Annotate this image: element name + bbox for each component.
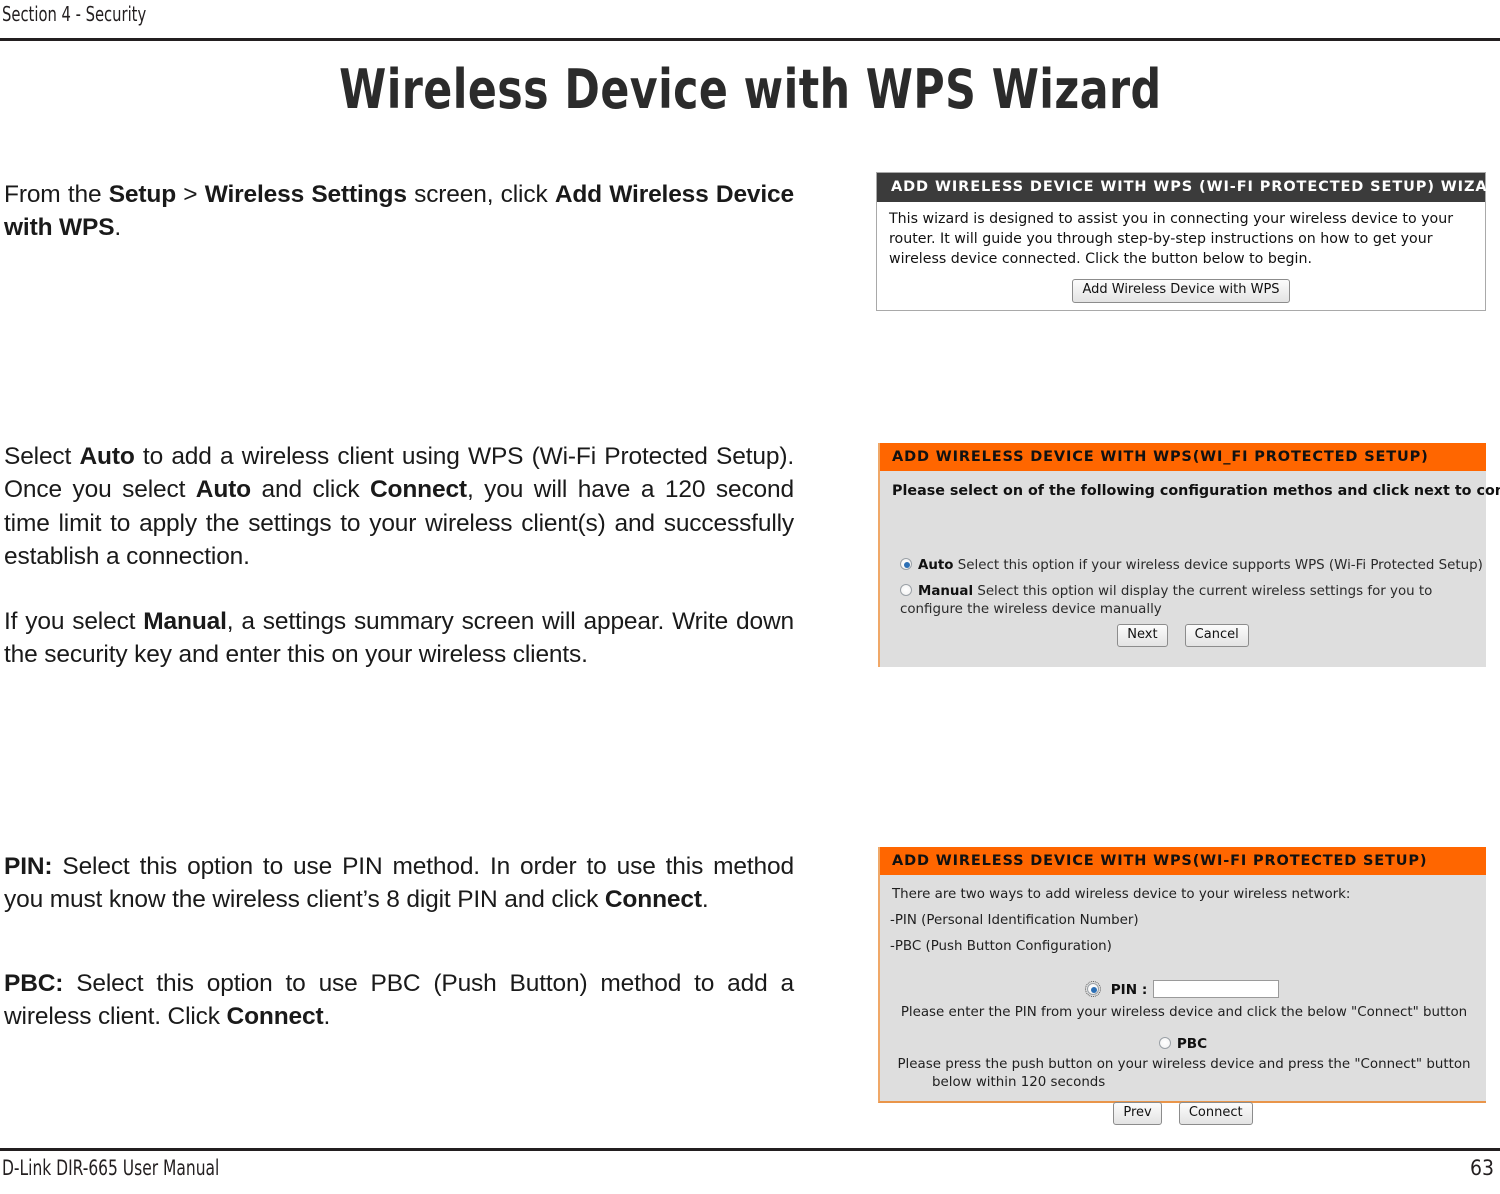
radio-pin-icon[interactable] xyxy=(1084,981,1101,997)
screenshot-add-wireless-device-wizard: ADD WIRELESS DEVICE WITH WPS (WI-FI PROT… xyxy=(876,172,1500,311)
par5-seg1: Select this option to use PBC (Push Butt… xyxy=(4,970,794,1031)
radio-pbc-icon[interactable] xyxy=(1158,1037,1171,1049)
pbc-option-row[interactable]: PBC xyxy=(880,1033,1486,1052)
par2-bold-auto-1: Auto xyxy=(79,443,135,470)
par5-bold-pbc: PBC: xyxy=(4,970,64,997)
par2-bold-auto-2: Auto xyxy=(195,476,251,504)
radio-auto-description: Select this option if your wireless devi… xyxy=(953,558,1483,573)
par2-bold-connect: Connect xyxy=(369,476,467,504)
par4-bold-connect: Connect xyxy=(604,886,702,914)
radio-manual-icon[interactable] xyxy=(900,584,912,596)
par1-bold-wireless-settings: Wireless Settings xyxy=(204,181,407,208)
connect-button[interactable]: Connect xyxy=(1178,1102,1253,1126)
par3-bold-manual: Manual xyxy=(143,608,227,635)
pbc-method-line: -PBC (Push Button Configuration) xyxy=(890,939,1112,954)
paragraph-text: PBC: Select this option to use PBC (Push… xyxy=(4,967,794,1034)
footer-divider xyxy=(0,1148,1500,1151)
instruction-paragraph-pbc: PBC: Select this option to use PBC (Push… xyxy=(4,967,794,1034)
par1-seg4: . xyxy=(114,214,122,242)
method-button-row: Next Cancel xyxy=(880,623,1486,648)
add-wireless-device-with-wps-button[interactable]: Add Wireless Device with WPS xyxy=(1072,279,1290,303)
pin-field-label: PIN : xyxy=(1110,982,1148,998)
pin-intro-line: There are two ways to add wireless devic… xyxy=(892,887,1351,902)
screenshot-configuration-method-selection: ADD WIRELESS DEVICE WITH WPS(WI_FI PROTE… xyxy=(878,443,1500,667)
wizard-button-row: Add Wireless Device with WPS xyxy=(889,278,1473,303)
screenshot-pin-pbc-selection: ADD WIRELESS DEVICE WITH WPS(WI-FI PROTE… xyxy=(878,847,1486,1126)
radio-option-manual[interactable]: Manual Select this option wil display th… xyxy=(900,583,1480,618)
pbc-help-text-line1: Please press the push button on your wir… xyxy=(897,1057,1471,1072)
page-title-text: Wireless Device with WPS Wizard xyxy=(338,58,1162,121)
paragraph-text: From the Setup > Wireless Settings scree… xyxy=(4,178,794,245)
header-divider xyxy=(0,38,1500,41)
par1-bold-setup: Setup xyxy=(108,181,177,208)
radio-option-auto[interactable]: Auto Select this option if your wireless… xyxy=(900,557,1483,575)
pin-button-row: Prev Connect xyxy=(880,1101,1486,1126)
section-label: Section 4 - Security xyxy=(2,2,147,26)
radio-manual-description: Select this option wil display the curre… xyxy=(900,584,1433,617)
radio-auto-label: Auto xyxy=(918,558,954,573)
par5-seg2: . xyxy=(323,1003,331,1031)
page-title: Wireless Device with WPS Wizard xyxy=(0,58,1500,121)
footer-manual-name: D-Link DIR-665 User Manual xyxy=(2,1156,220,1180)
par5-bold-connect: Connect xyxy=(226,1003,324,1031)
par4-seg2: . xyxy=(701,886,709,914)
pbc-help-text-line2: below within 120 seconds xyxy=(932,1075,1106,1090)
instruction-paragraph-3: If you select Manual, a settings summary… xyxy=(4,605,794,672)
radio-auto-icon[interactable] xyxy=(900,558,912,570)
panel-header-method: ADD WIRELESS DEVICE WITH WPS(WI_FI PROTE… xyxy=(880,443,1486,471)
par1-seg2: > xyxy=(176,181,205,208)
instruction-paragraph-pin: PIN: Select this option to use PIN metho… xyxy=(4,850,794,917)
pin-help-text: Please enter the PIN from your wireless … xyxy=(900,1005,1468,1020)
prev-button[interactable]: Prev xyxy=(1113,1102,1162,1126)
page-footer: D-Link DIR-665 User Manual 63 xyxy=(0,1156,1500,1190)
pbc-label: PBC xyxy=(1176,1036,1208,1052)
panel-header-wizard: ADD WIRELESS DEVICE WITH WPS (WI-FI PROT… xyxy=(877,173,1500,202)
par4-bold-pin: PIN: xyxy=(4,853,53,880)
panel-body-wizard: This wizard is designed to assist you in… xyxy=(877,202,1485,303)
cancel-button[interactable]: Cancel xyxy=(1184,624,1249,648)
instruction-paragraph-2: Select Auto to add a wireless client usi… xyxy=(4,440,794,573)
par2-seg3: and click xyxy=(250,476,370,504)
pin-input-row: PIN : xyxy=(880,979,1486,998)
par1-seg1: From the xyxy=(4,181,109,208)
panel-header-pin: ADD WIRELESS DEVICE WITH WPS(WI-FI PROTE… xyxy=(880,847,1486,875)
panel-body-pin: There are two ways to add wireless devic… xyxy=(880,875,1486,1126)
pin-input[interactable] xyxy=(1153,980,1280,998)
paragraph-text: PIN: Select this option to use PIN metho… xyxy=(4,850,794,917)
page-header: Section 4 - Security xyxy=(0,0,1500,41)
pin-method-line: -PIN (Personal Identification Number) xyxy=(890,913,1139,928)
next-button[interactable]: Next xyxy=(1117,624,1168,648)
wizard-description: This wizard is designed to assist you in… xyxy=(889,211,1454,268)
par1-seg3: screen, click xyxy=(406,181,555,208)
paragraph-text: If you select Manual, a settings summary… xyxy=(4,605,794,672)
par3-seg1: If you select xyxy=(4,608,144,635)
paragraph-text: Select Auto to add a wireless client usi… xyxy=(4,440,794,573)
method-lead-text: Please select on of the following config… xyxy=(892,483,1500,499)
radio-manual-label: Manual xyxy=(918,584,974,599)
panel-body-method: Please select on of the following config… xyxy=(880,471,1500,667)
instruction-paragraph-1: From the Setup > Wireless Settings scree… xyxy=(4,178,794,245)
par2-seg1: Select xyxy=(4,443,80,470)
footer-page-number: 63 xyxy=(1469,1156,1494,1180)
